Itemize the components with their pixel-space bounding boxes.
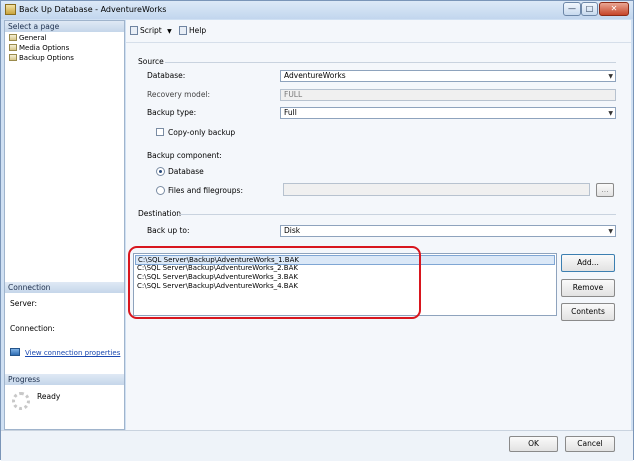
chevron-down-icon[interactable]: ▼ [167,28,172,35]
progress-header: Progress [5,374,124,385]
destination-divider [179,214,616,215]
database-label: Database: [147,71,186,80]
title-bar: Back Up Database - AdventureWorks — □ ✕ [1,1,633,19]
component-database-label: Database [168,167,204,176]
page-icon [9,44,17,51]
connection-properties-icon [10,348,20,356]
server-label: Server: [10,299,37,308]
database-value: AdventureWorks [284,71,346,80]
script-label: Script [140,26,162,35]
backup-type-value: Full [284,108,297,117]
page-icon [9,34,17,41]
component-files-label: Files and filegroups: [168,186,243,195]
toolbar: Script ▼ Help [126,20,631,43]
page-general[interactable]: General [9,34,47,43]
page-icon [9,54,17,61]
page-backup-options[interactable]: Backup Options [9,54,74,63]
browse-files-button[interactable]: ... [596,183,614,197]
minimize-button[interactable]: — [563,2,581,16]
backup-component-label: Backup component: [147,151,222,160]
backup-dialog-window: Back Up Database - AdventureWorks — □ ✕ … [0,0,634,461]
copy-only-label: Copy-only backup [168,128,236,137]
files-filegroups-field [283,183,590,196]
window-title: Back Up Database - AdventureWorks [19,5,167,14]
contents-button[interactable]: Contents [561,303,615,321]
chevron-down-icon: ▼ [608,228,613,235]
connection-header: Connection [5,282,124,293]
page-media-options[interactable]: Media Options [9,44,69,53]
source-divider [165,62,616,63]
backup-type-label: Backup type: [147,108,197,117]
destination-section-label: Destination [138,209,182,218]
view-connection-properties-link[interactable]: View connection properties [25,349,120,357]
back-up-to-value: Disk [284,226,301,235]
add-button[interactable]: Add... [561,254,615,272]
backup-type-select[interactable]: Full ▼ [280,107,616,119]
recovery-model-field: FULL [280,89,616,101]
connection-label: Connection: [10,324,55,333]
component-database-radio[interactable] [156,167,165,176]
recovery-model-value: FULL [284,90,303,99]
database-select[interactable]: AdventureWorks ▼ [280,70,616,82]
dialog-footer: OK Cancel [1,430,633,461]
back-up-to-select[interactable]: Disk ▼ [280,225,616,237]
chevron-down-icon: ▼ [608,73,613,80]
help-icon [179,26,187,35]
script-icon [130,26,138,35]
component-files-radio[interactable] [156,186,165,195]
script-button[interactable]: Script ▼ [130,26,172,35]
source-section-label: Source [138,57,164,66]
page-general-label: General [19,34,47,42]
cancel-button[interactable]: Cancel [565,436,615,452]
progress-spinner-icon [12,392,30,410]
help-button[interactable]: Help [179,26,206,35]
close-button[interactable]: ✕ [599,2,629,16]
database-app-icon [5,4,16,15]
ok-button[interactable]: OK [509,436,558,452]
highlight-annotation [128,246,421,319]
remove-button[interactable]: Remove [561,279,615,297]
chevron-down-icon: ▼ [608,110,613,117]
copy-only-checkbox[interactable] [156,128,164,136]
page-media-options-label: Media Options [19,44,70,52]
select-page-header: Select a page [5,21,124,32]
maximize-button[interactable]: □ [581,2,598,16]
page-backup-options-label: Backup Options [19,54,74,62]
progress-status: Ready [37,392,61,401]
back-up-to-label: Back up to: [147,226,190,235]
recovery-model-label: Recovery model: [147,90,211,99]
help-label: Help [189,26,207,35]
left-panel: Select a page General Media Options Back… [4,20,125,430]
